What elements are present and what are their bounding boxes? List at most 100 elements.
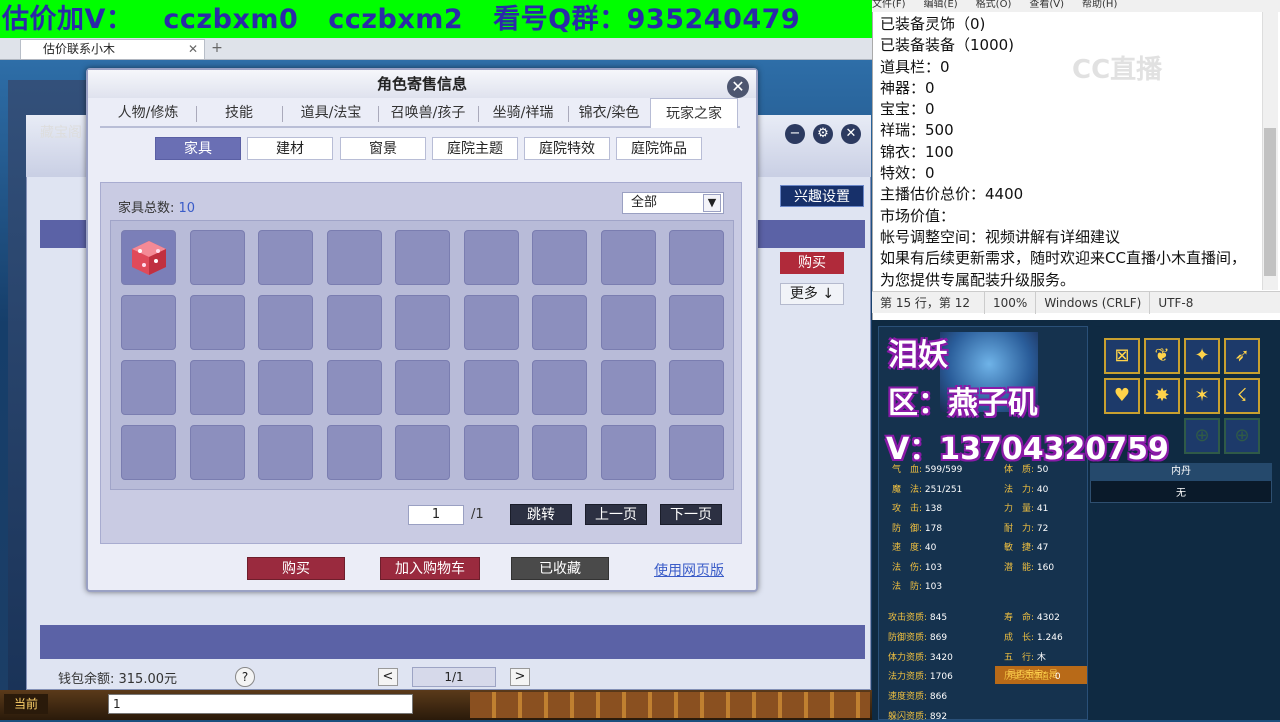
stat-value: 0 [1052, 672, 1061, 683]
item-slot[interactable] [189, 295, 245, 350]
jump-button[interactable]: 跳转 [510, 504, 572, 525]
item-slot[interactable] [258, 295, 313, 350]
menu-file[interactable]: 文件(F) [872, 0, 906, 10]
item-slot[interactable] [395, 295, 450, 350]
prev-page-button[interactable]: 上一页 [585, 504, 647, 525]
collected-button[interactable]: 已收藏 [511, 557, 609, 580]
item-slot[interactable] [669, 425, 724, 480]
skill-icon[interactable]: ✦ [1184, 338, 1220, 374]
buy-button-bg[interactable]: 购买 [780, 252, 844, 274]
subtab-furniture[interactable]: 家具 [155, 137, 241, 160]
item-slot[interactable] [600, 425, 656, 480]
item-slot[interactable] [326, 295, 382, 350]
tab-items[interactable]: 道具/法宝 [286, 98, 376, 128]
item-slot[interactable] [258, 230, 313, 285]
stat-label: 五 行: [1004, 652, 1035, 663]
item-slot[interactable] [600, 230, 656, 285]
buy-button[interactable]: 购买 [247, 557, 345, 580]
interest-settings-button[interactable]: 兴趣设置 [780, 185, 864, 207]
help-icon[interactable]: ? [235, 667, 255, 687]
pet-aptitude: 躲闪资质: 892 [888, 709, 947, 722]
item-slot[interactable] [258, 360, 313, 415]
chat-input[interactable]: 1 [108, 694, 413, 714]
item-slot[interactable] [395, 425, 450, 480]
banner-text: 看号Q群：935240479 [493, 4, 801, 35]
item-slot[interactable] [121, 295, 176, 350]
chevron-down-icon[interactable]: ▼ [703, 194, 721, 212]
pet-stat: 防 御: 178 [892, 521, 942, 534]
skill-icon[interactable]: ✶ [1184, 378, 1220, 414]
item-slot[interactable] [326, 360, 382, 415]
stat-value: 3420 [927, 652, 953, 663]
skill-icon[interactable]: ❦ [1144, 338, 1180, 374]
item-slot[interactable] [326, 425, 382, 480]
web-version-link[interactable]: 使用网页版 [654, 560, 724, 580]
item-slot[interactable] [600, 295, 656, 350]
menu-help[interactable]: 帮助(H) [1082, 0, 1117, 10]
tab-mounts[interactable]: 坐骑/祥瑞 [480, 98, 566, 128]
menu-format[interactable]: 格式(O) [976, 0, 1012, 10]
item-slot[interactable] [463, 360, 519, 415]
item-slot[interactable] [669, 360, 724, 415]
item-slot[interactable] [463, 425, 519, 480]
minimize-icon[interactable]: − [785, 124, 805, 144]
item-slot[interactable] [121, 230, 176, 285]
item-slot[interactable] [463, 230, 519, 285]
scrollbar-thumb[interactable] [1264, 128, 1276, 276]
item-slot[interactable] [669, 230, 724, 285]
close-icon[interactable]: ✕ [841, 124, 861, 144]
settings-gear-icon[interactable]: ⚙ [813, 124, 833, 144]
tab-player-home[interactable]: 玩家之家 [650, 98, 738, 128]
item-slot[interactable] [395, 360, 450, 415]
item-slot[interactable] [258, 425, 313, 480]
skill-icon[interactable]: ➶ [1224, 338, 1260, 374]
menu-view[interactable]: 查看(V) [1029, 0, 1064, 10]
subtab-windows[interactable]: 窗景 [340, 137, 426, 160]
browser-tab[interactable]: 估价联系小木 ✕ [20, 39, 205, 59]
next-page-button[interactable]: 下一页 [660, 504, 722, 525]
item-slot[interactable] [463, 295, 519, 350]
dialog-close-icon[interactable]: ✕ [727, 76, 749, 98]
chat-channel-button[interactable]: 当前 [4, 694, 48, 714]
category-filter-select[interactable]: 全部 ▼ [622, 192, 724, 214]
item-slot[interactable] [121, 360, 176, 415]
skill-icon[interactable]: ⊠ [1104, 338, 1140, 374]
more-button[interactable]: 更多 ↓ [780, 283, 844, 305]
page-number-input[interactable]: 1 [408, 505, 464, 525]
item-slot[interactable] [189, 425, 245, 480]
new-tab-button[interactable]: + [208, 38, 226, 58]
tab-pets[interactable]: 召唤兽/孩子 [380, 98, 476, 128]
count-label: 家具总数: [118, 201, 175, 216]
subtab-yard-decor[interactable]: 庭院饰品 [616, 137, 702, 160]
item-slot[interactable] [532, 360, 587, 415]
skill-icon[interactable]: ♥ [1104, 378, 1140, 414]
skill-icon[interactable]: ✸ [1144, 378, 1180, 414]
item-slot[interactable] [532, 425, 587, 480]
item-slot[interactable] [326, 230, 382, 285]
item-slot[interactable] [189, 360, 245, 415]
skill-hotbar[interactable] [470, 692, 870, 718]
menu-edit[interactable]: 编辑(E) [924, 0, 958, 10]
subtab-yard-theme[interactable]: 庭院主题 [432, 137, 518, 160]
skill-icon[interactable]: ☇ [1224, 378, 1260, 414]
tab-character[interactable]: 人物/修炼 [104, 98, 192, 128]
item-slot[interactable] [532, 295, 587, 350]
subtab-yard-effects[interactable]: 庭院特效 [524, 137, 610, 160]
tab-skills[interactable]: 技能 [200, 98, 278, 128]
page-prev-button[interactable]: < [378, 668, 398, 686]
add-to-cart-button[interactable]: 加入购物车 [380, 557, 480, 580]
item-slot[interactable] [121, 425, 176, 480]
item-slot[interactable] [600, 360, 656, 415]
pet-stat: 法 伤: 103 [892, 560, 942, 573]
tab-costume[interactable]: 锦衣/染色 [570, 98, 648, 128]
item-slot[interactable] [532, 230, 587, 285]
page-next-button[interactable]: > [510, 668, 530, 686]
tab-close-icon[interactable]: ✕ [188, 40, 198, 58]
stat-label: 耐 力: [1004, 523, 1035, 534]
subtab-materials[interactable]: 建材 [247, 137, 333, 160]
item-slot[interactable] [189, 230, 245, 285]
stat-label: 历史灵性值: [1004, 672, 1053, 683]
item-slot[interactable] [395, 230, 450, 285]
item-slot[interactable] [669, 295, 724, 350]
stat-label: 攻 击: [892, 504, 923, 514]
